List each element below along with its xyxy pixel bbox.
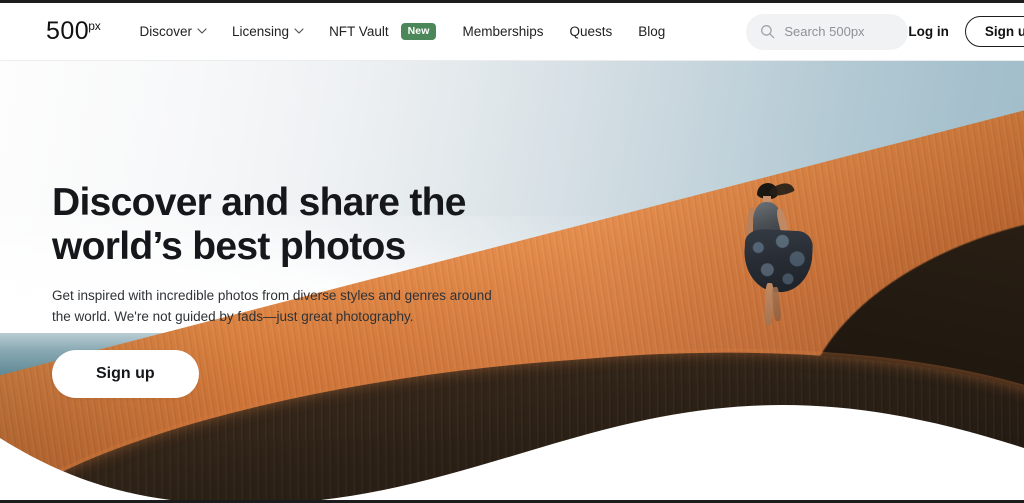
search-icon (760, 24, 775, 39)
login-link[interactable]: Log in (908, 24, 949, 39)
chevron-down-icon (197, 26, 207, 35)
hero-copy-block: Discover and share the world’s best phot… (52, 181, 522, 399)
nav-item-nft-vault[interactable]: NFT Vault New (316, 17, 449, 46)
search-bar[interactable] (746, 13, 909, 50)
nav-item-label: Licensing (232, 24, 290, 39)
logo-text-superscript: px (88, 19, 101, 33)
nav-item-label: Memberships (462, 24, 544, 39)
hero-subtitle: Get inspired with incredible photos from… (52, 288, 492, 324)
hero-title-line-2: world’s best photos (52, 224, 406, 268)
primary-nav-links: Discover Licensing NFT Vault New Members… (127, 17, 679, 46)
search-input[interactable] (784, 24, 895, 39)
nav-item-quests[interactable]: Quests (557, 18, 626, 45)
signup-button-hero[interactable]: Sign up (52, 350, 199, 399)
browser-viewport: 500 px Discover Licensing NFT Vault New (0, 0, 1024, 503)
hero-section: Discover and share the world’s best phot… (0, 61, 1024, 500)
nav-item-label: Discover (139, 24, 193, 39)
figure-dress-skirt (742, 228, 814, 294)
photo-woman-figure (735, 181, 821, 333)
hero-title-line-1: Discover and share the (52, 181, 466, 224)
site-logo-500px[interactable]: 500 px (46, 19, 102, 44)
nav-item-label: NFT Vault (329, 24, 389, 39)
signup-button-nav[interactable]: Sign up (964, 15, 1024, 48)
top-navigation-bar: 500 px Discover Licensing NFT Vault New (0, 3, 1024, 61)
nav-item-discover[interactable]: Discover (127, 18, 220, 45)
account-actions: Log in Sign up (908, 15, 1024, 48)
nav-item-label: Blog (638, 24, 666, 39)
status-badge-new: New (400, 23, 437, 40)
nav-item-label: Quests (569, 24, 613, 39)
logo-text-main: 500 (46, 17, 90, 45)
nav-item-blog[interactable]: Blog (625, 18, 678, 45)
nav-item-memberships[interactable]: Memberships (449, 18, 556, 45)
page-title: Discover and share the world’s best phot… (52, 181, 522, 268)
nav-item-licensing[interactable]: Licensing (219, 18, 316, 45)
chevron-down-icon (294, 26, 304, 35)
